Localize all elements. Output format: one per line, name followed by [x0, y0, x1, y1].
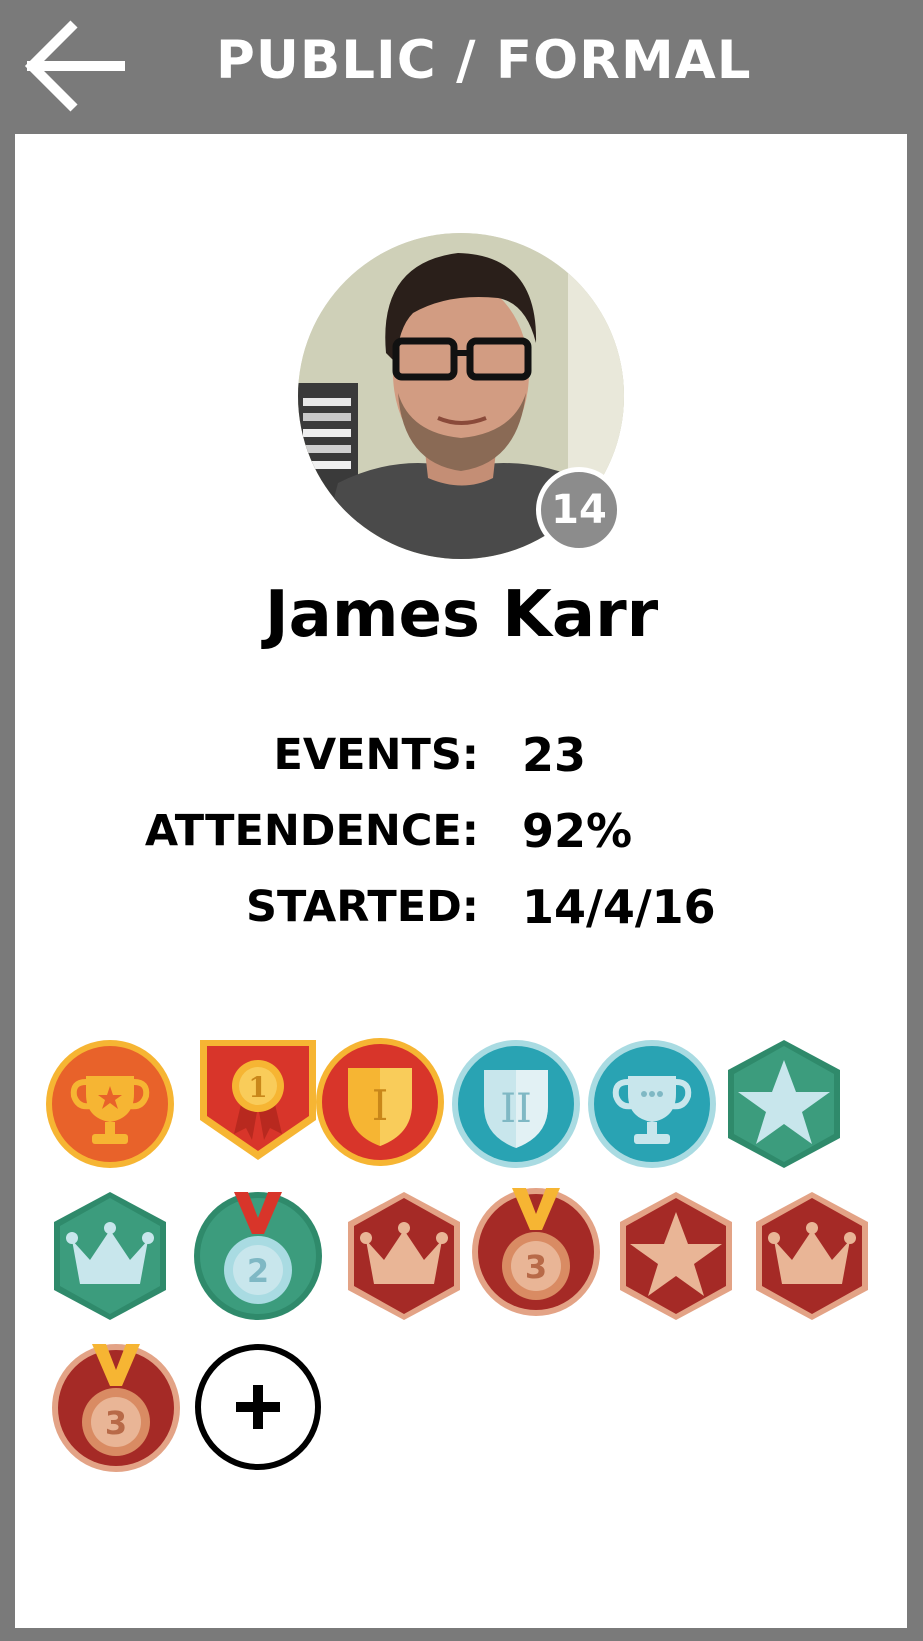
events-label: EVENTS: [273, 730, 479, 780]
plus-icon [236, 1385, 280, 1429]
svg-text:3: 3 [105, 1404, 127, 1442]
svg-text:II: II [500, 1086, 532, 1132]
medal-2-badge-icon[interactable]: 2 [190, 1188, 326, 1324]
svg-text:I: I [372, 1081, 389, 1130]
trophy-silver-badge-icon[interactable] [584, 1036, 720, 1172]
started-label: STARTED: [245, 882, 479, 932]
crown-hexagon-badge-icon[interactable] [744, 1188, 880, 1324]
svg-text:2: 2 [247, 1252, 269, 1290]
started-value: 14/4/16 [522, 880, 716, 934]
shield-i-badge-icon[interactable]: I [312, 1034, 448, 1170]
events-value: 23 [522, 728, 587, 782]
star-hexagon-badge-icon[interactable] [716, 1036, 852, 1172]
shield-ii-badge-icon[interactable]: II [448, 1036, 584, 1172]
star-hexagon-badge-icon[interactable] [608, 1188, 744, 1324]
arrow-left-icon [24, 20, 125, 112]
crown-hexagon-badge-icon[interactable] [42, 1188, 178, 1324]
medal-3-badge-icon[interactable]: 3 [468, 1184, 604, 1320]
attendence-label: ATTENDENCE: [144, 806, 479, 856]
crown-hexagon-badge-icon[interactable] [336, 1188, 472, 1324]
medal-3-badge-icon[interactable]: 3 [48, 1340, 184, 1476]
ribbon-medal-1-badge-icon[interactable]: 1 [190, 1030, 326, 1166]
header-bar: PUBLIC / FORMAL [0, 0, 923, 134]
level-badge: 14 [536, 467, 622, 553]
attendence-value: 92% [522, 804, 633, 858]
add-badge-button[interactable] [195, 1344, 321, 1470]
svg-text:3: 3 [525, 1248, 547, 1286]
user-name: James Karr [264, 578, 659, 652]
page-title: PUBLIC / FORMAL [216, 30, 752, 91]
svg-text:1: 1 [248, 1071, 267, 1104]
back-button[interactable] [22, 16, 126, 120]
trophy-badge-icon[interactable] [42, 1036, 178, 1172]
